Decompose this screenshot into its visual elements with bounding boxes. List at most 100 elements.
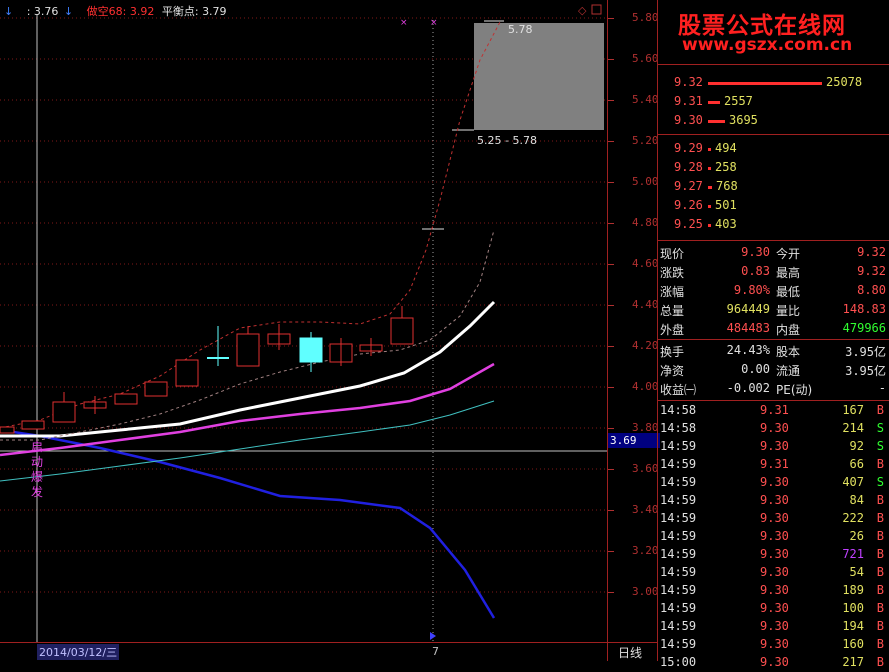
axis-tick-mark <box>608 346 614 347</box>
order-bar <box>708 101 720 104</box>
tick-time: 14:58 <box>660 403 697 417</box>
quote-label: 总量 <box>660 304 685 318</box>
order-row: 9.32 25078 <box>658 74 889 92</box>
axis-tick-label: 4.60 <box>632 257 659 270</box>
order-row: 9.29 494 <box>658 140 889 158</box>
tick-row[interactable]: 14:59 9.30 26 B <box>658 528 889 546</box>
order-bar <box>708 224 711 227</box>
svg-text:×: × <box>430 18 438 28</box>
order-price: 9.31 <box>674 94 703 108</box>
balance-label: 平衡点: <box>161 5 199 18</box>
tick-side: B <box>876 403 884 417</box>
quote-label: 涨跌 <box>660 266 685 280</box>
tick-side: B <box>876 655 884 669</box>
tick-time: 14:59 <box>660 529 697 543</box>
tick-row[interactable]: 14:59 9.30 160 B <box>658 636 889 654</box>
tick-row[interactable]: 14:59 9.30 721 B <box>658 546 889 564</box>
tick-row[interactable]: 14:58 9.31 167 B <box>658 402 889 420</box>
tick-row[interactable]: 15:00 9.30 217 B <box>658 654 889 672</box>
axis-tick-mark <box>608 305 614 306</box>
tick-time: 14:59 <box>660 637 697 651</box>
quote-label: 今开 <box>776 247 801 261</box>
kline-canvas[interactable]: × × ◇ <box>0 0 607 661</box>
period-label[interactable]: 日线 <box>618 644 642 661</box>
tick-row[interactable]: 14:59 9.31 66 B <box>658 456 889 474</box>
tick-side: B <box>876 547 884 561</box>
axis-tick-mark <box>608 141 614 142</box>
tick-row[interactable]: 14:58 9.30 214 S <box>658 420 889 438</box>
axis-tick-label: 5.20 <box>632 134 659 147</box>
tick-price: 9.31 <box>760 457 789 471</box>
quote-label: 现价 <box>660 247 685 261</box>
order-price: 9.29 <box>674 141 703 155</box>
order-row: 9.30 3695 <box>658 112 889 130</box>
tick-side: B <box>876 619 884 633</box>
order-volume: 3695 <box>729 113 758 127</box>
tick-time: 15:00 <box>660 655 697 669</box>
axis-tick-mark <box>608 18 614 19</box>
down-arrow-icon: ↓ <box>63 5 74 18</box>
tick-volume: 26 <box>849 529 864 543</box>
axis-tick-mark <box>608 510 614 511</box>
order-price: 9.30 <box>674 113 703 127</box>
tick-time: 14:59 <box>660 457 697 471</box>
tick-price: 9.30 <box>760 565 789 579</box>
quote-value: 8.80 <box>857 283 886 297</box>
blue-ma-line <box>0 428 496 619</box>
tick-side: B <box>876 493 884 507</box>
tick-volume: 84 <box>849 493 864 507</box>
axis-tick-label: 3.40 <box>632 503 659 516</box>
quote-label: 量比 <box>776 304 801 318</box>
tick-price: 9.30 <box>760 529 789 543</box>
tick-row[interactable]: 14:59 9.30 407 S <box>658 474 889 492</box>
quote-row: 现价 9.30 今开 9.32 <box>658 244 889 262</box>
tick-volume: 167 <box>842 403 864 417</box>
tick-side: B <box>876 457 884 471</box>
order-volume: 494 <box>715 141 737 155</box>
tick-row[interactable]: 14:59 9.30 54 B <box>658 564 889 582</box>
fundamental-value: - <box>878 381 886 395</box>
order-price: 9.28 <box>674 160 703 174</box>
current-price-readout: : 3.76 <box>26 5 59 18</box>
tick-row[interactable]: 14:59 9.30 92 S <box>658 438 889 456</box>
quote-value: 479966 <box>842 321 886 335</box>
tick-side: B <box>876 565 884 579</box>
tick-volume: 92 <box>849 439 864 453</box>
tick-volume: 194 <box>842 619 864 633</box>
range-top-label: 5.78 <box>508 23 533 36</box>
tick-row[interactable]: 14:59 9.30 222 B <box>658 510 889 528</box>
tick-time: 14:59 <box>660 583 697 597</box>
tick-row[interactable]: 14:59 9.30 194 B <box>658 618 889 636</box>
tick-row[interactable]: 14:59 9.30 189 B <box>658 582 889 600</box>
tick-time: 14:59 <box>660 475 697 489</box>
tick-time: 14:58 <box>660 421 697 435</box>
fundamental-label: 收益㈠ <box>660 383 697 397</box>
tick-side: B <box>876 637 884 651</box>
tick-row[interactable]: 14:59 9.30 100 B <box>658 600 889 618</box>
axis-tick-mark <box>608 428 614 429</box>
signal-annotation: 启 动 爆 发 <box>31 440 44 499</box>
balance-value: 3.79 <box>202 5 227 18</box>
axis-tick-mark <box>608 59 614 60</box>
quote-value: 9.32 <box>857 264 886 278</box>
tick-time: 14:59 <box>660 619 697 633</box>
tick-price: 9.30 <box>760 493 789 507</box>
order-bar <box>708 167 711 170</box>
axis-tick-label: 3.00 <box>632 585 659 598</box>
tick-volume: 222 <box>842 511 864 525</box>
tick-row[interactable]: 14:59 9.30 84 B <box>658 492 889 510</box>
quote-value: 9.32 <box>857 245 886 259</box>
tick-price: 9.30 <box>760 619 789 633</box>
order-price: 9.32 <box>674 75 703 89</box>
order-row: 9.31 2557 <box>658 93 889 111</box>
axis-tick-mark <box>608 182 614 183</box>
quote-row: 涨跌 0.83 最高 9.32 <box>658 263 889 281</box>
tick-price: 9.31 <box>760 403 789 417</box>
axis-tick-label: 4.20 <box>632 339 659 352</box>
tick-side: B <box>876 511 884 525</box>
bar-marker: 7 <box>432 645 439 658</box>
tick-volume: 66 <box>849 457 864 471</box>
tick-side: B <box>876 529 884 543</box>
kline-chart[interactable]: × × ◇ ↓ : 3.76 ↓ 做空68: 3.92 平衡点: 3.79 5.… <box>0 0 607 661</box>
quote-label: 内盘 <box>776 323 801 337</box>
